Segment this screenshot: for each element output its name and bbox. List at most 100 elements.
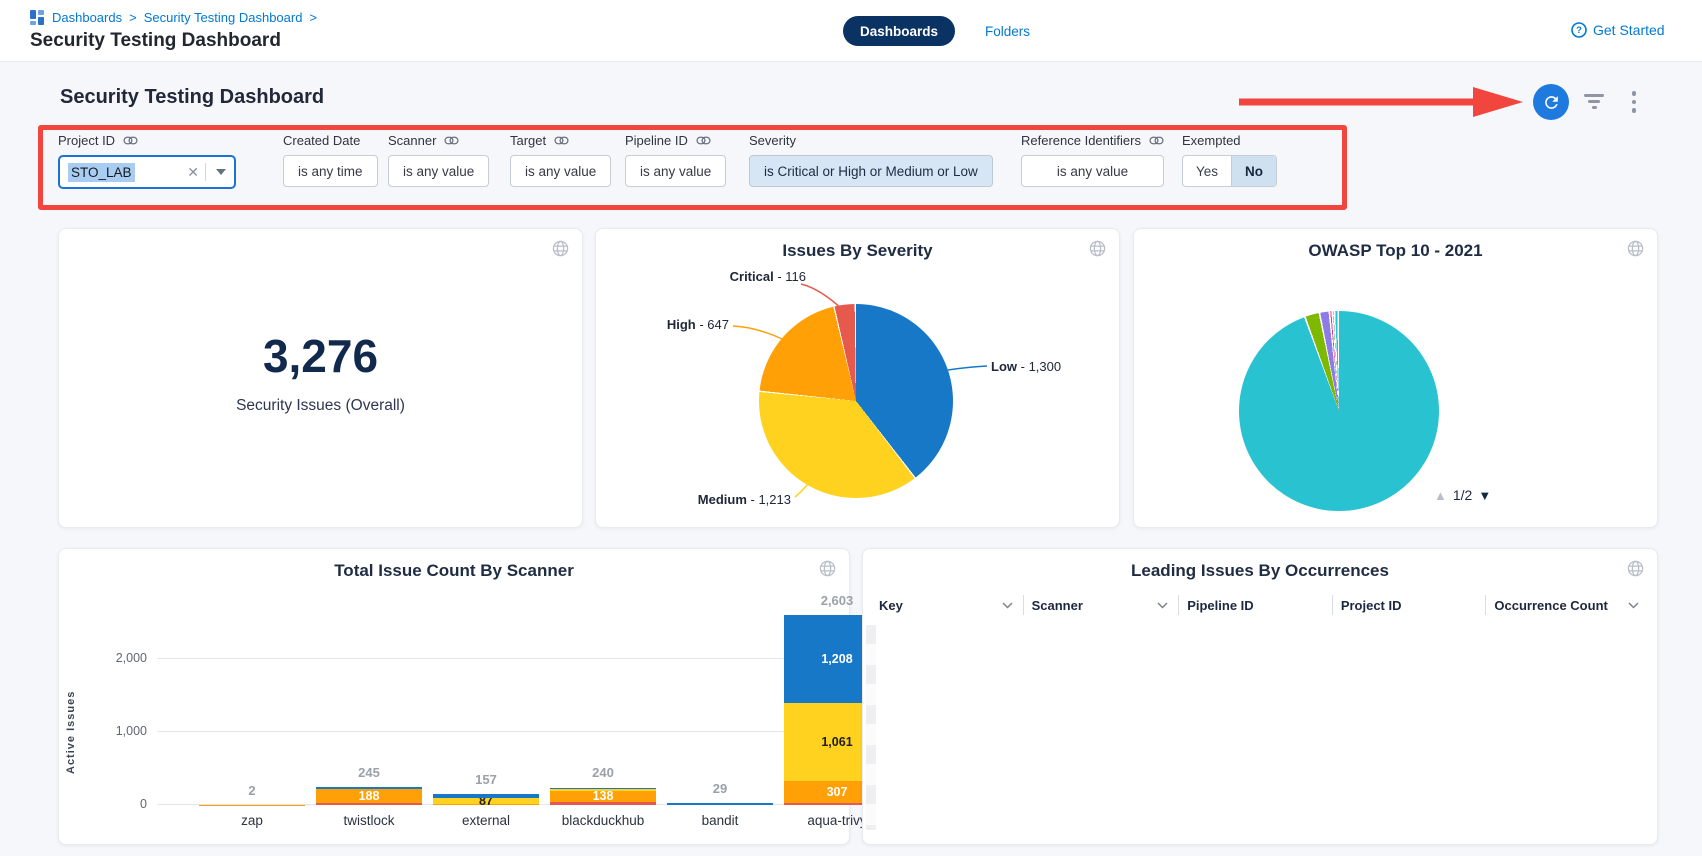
severity-pie-chart[interactable] — [759, 304, 953, 498]
chain-link-icon — [696, 135, 711, 146]
overall-issue-count: 3,276 — [59, 329, 582, 383]
issues-by-severity-card: Issues By Severity Critical - 116 High -… — [595, 228, 1120, 528]
filter-reference-identifiers-label: Reference Identifiers — [1021, 131, 1164, 149]
column-header-project-id[interactable]: Project ID — [1332, 595, 1486, 615]
dashboard-section-title: Security Testing Dashboard — [60, 86, 324, 109]
y-axis-label: Active Issues — [65, 667, 79, 797]
filter-pipeline-id: Pipeline ID is any value — [625, 131, 726, 187]
overall-issue-count-label: Security Issues (Overall) — [59, 397, 582, 415]
filter-target-label: Target — [510, 131, 611, 149]
x-category-label: external — [430, 813, 542, 828]
project-id-value: STO_LAB — [68, 163, 135, 182]
refresh-icon — [1542, 93, 1561, 112]
scanner-filter-button[interactable]: is any value — [388, 155, 489, 187]
target-filter-button[interactable]: is any value — [510, 155, 611, 187]
bar-segment-high[interactable]: 138 — [550, 791, 656, 801]
bar-segment-label: 138 — [593, 789, 614, 803]
table-header-row: Key Scanner Pipeline ID Project ID Occur… — [871, 591, 1649, 619]
bar-segment-low[interactable] — [316, 787, 422, 789]
filter-list-icon[interactable] — [1584, 94, 1604, 110]
breadcrumb-dashboards-link[interactable]: Dashboards — [52, 10, 122, 25]
security-testing-dashboard-page: Dashboards > Security Testing Dashboard … — [0, 0, 1702, 856]
owasp-pie-chart[interactable] — [1239, 311, 1439, 511]
bar-segment-low[interactable] — [667, 803, 773, 805]
bar-total-label: 157 — [430, 772, 542, 787]
paginate-down-icon[interactable]: ▼ — [1478, 488, 1491, 503]
breadcrumb-current-dashboard-link[interactable]: Security Testing Dashboard — [144, 10, 303, 25]
sort-chevron-icon[interactable] — [1002, 602, 1013, 609]
bar-segment-label: 188 — [359, 789, 380, 803]
column-header-pipeline-id[interactable]: Pipeline ID — [1178, 595, 1332, 615]
bar-segment-low[interactable] — [433, 794, 539, 798]
exempted-yes-option[interactable]: Yes — [1183, 156, 1231, 186]
bar-segment-medium[interactable]: 87 — [433, 798, 539, 804]
column-label: Key — [879, 598, 903, 613]
tab-dashboards[interactable]: Dashboards — [843, 16, 955, 46]
column-label: Project ID — [1341, 598, 1402, 613]
more-options-kebab-icon[interactable] — [1631, 91, 1637, 117]
filter-label-text: Target — [510, 133, 546, 148]
bar-segment-high[interactable]: 188 — [316, 789, 422, 803]
bar-segment-critical[interactable] — [316, 803, 422, 805]
sort-chevron-icon[interactable] — [1157, 602, 1168, 609]
pie-label-low: Low - 1,300 — [991, 359, 1116, 374]
filter-scanner: Scanner is any value — [388, 131, 489, 187]
column-header-scanner[interactable]: Scanner — [1023, 595, 1179, 615]
tab-folders[interactable]: Folders — [985, 24, 1030, 39]
dropdown-caret-icon[interactable] — [216, 169, 226, 175]
bar-segment-low[interactable] — [550, 788, 656, 790]
annotation-red-arrow — [1237, 85, 1527, 119]
issues-by-severity-title: Issues By Severity — [596, 241, 1119, 261]
severity-filter-chip[interactable]: is Critical or High or Medium or Low — [749, 155, 993, 187]
filter-exempted: Exempted Yes No — [1182, 131, 1277, 187]
clear-x-icon[interactable]: ✕ — [181, 164, 205, 181]
project-id-combobox[interactable]: STO_LAB ✕ — [58, 155, 236, 189]
table-empty-body — [866, 625, 876, 830]
paginate-up-icon[interactable]: ▲ — [1434, 488, 1447, 503]
page-title: Security Testing Dashboard — [30, 30, 281, 52]
filter-label-text: Scanner — [388, 133, 436, 148]
bar-stack: 87 — [433, 794, 539, 805]
column-header-occurrence-count[interactable]: Occurrence Count — [1485, 595, 1649, 615]
filter-target: Target is any value — [510, 131, 611, 187]
created-date-filter-button[interactable]: is any time — [283, 155, 378, 187]
x-category-label: twistlock — [313, 813, 425, 828]
paginator-page-indicator: 1/2 — [1453, 487, 1472, 503]
filter-label-text: Reference Identifiers — [1021, 133, 1141, 148]
bar-segment-medium[interactable] — [550, 789, 656, 791]
pipeline-id-filter-button[interactable]: is any value — [625, 155, 726, 187]
column-header-key[interactable]: Key — [871, 595, 1023, 615]
leading-issues-by-occurrences-card: Leading Issues By Occurrences Key Scanne… — [862, 548, 1658, 845]
dashboards-grid-icon — [30, 10, 45, 25]
globe-icon — [551, 239, 570, 258]
chain-link-icon — [123, 135, 138, 146]
view-tabs: Dashboards Folders — [843, 16, 1030, 46]
chain-link-icon — [1149, 135, 1164, 146]
chain-link-icon — [554, 135, 569, 146]
globe-icon — [1626, 559, 1645, 578]
y-tick-label: 0 — [140, 797, 147, 811]
filter-label-text: Exempted — [1182, 133, 1241, 148]
owasp-top10-title: OWASP Top 10 - 2021 — [1134, 241, 1657, 261]
exempted-no-option[interactable]: No — [1231, 156, 1276, 186]
bar-bandit: 29 — [664, 589, 776, 805]
sort-chevron-icon[interactable] — [1628, 602, 1639, 609]
filter-severity: Severity is Critical or High or Medium o… — [749, 131, 993, 187]
reference-identifiers-filter-button[interactable]: is any value — [1021, 155, 1164, 187]
filter-reference-identifiers: Reference Identifiers is any value — [1021, 131, 1164, 187]
get-started-link[interactable]: ? Get Started — [1571, 22, 1665, 38]
bar-blackduckhub: 138240 — [547, 589, 659, 805]
pie-label-critical: Critical - 116 — [656, 269, 806, 284]
bar-stack: 138 — [550, 788, 656, 806]
filter-label-text: Project ID — [58, 133, 115, 148]
refresh-dashboard-button[interactable] — [1533, 84, 1569, 120]
breadcrumb-separator: > — [129, 10, 137, 25]
filter-severity-label: Severity — [749, 131, 993, 149]
filter-created-date: Created Date is any time — [283, 131, 378, 187]
bar-external: 87 157 — [430, 589, 542, 805]
filter-project-id: Project ID STO_LAB ✕ — [58, 131, 236, 189]
filter-label-text: Pipeline ID — [625, 133, 688, 148]
scanner-bar-chart[interactable]: 01,0002,0002zap188245twistlock87157exter… — [157, 589, 819, 805]
column-label: Occurrence Count — [1494, 598, 1607, 613]
globe-icon — [1626, 239, 1645, 258]
